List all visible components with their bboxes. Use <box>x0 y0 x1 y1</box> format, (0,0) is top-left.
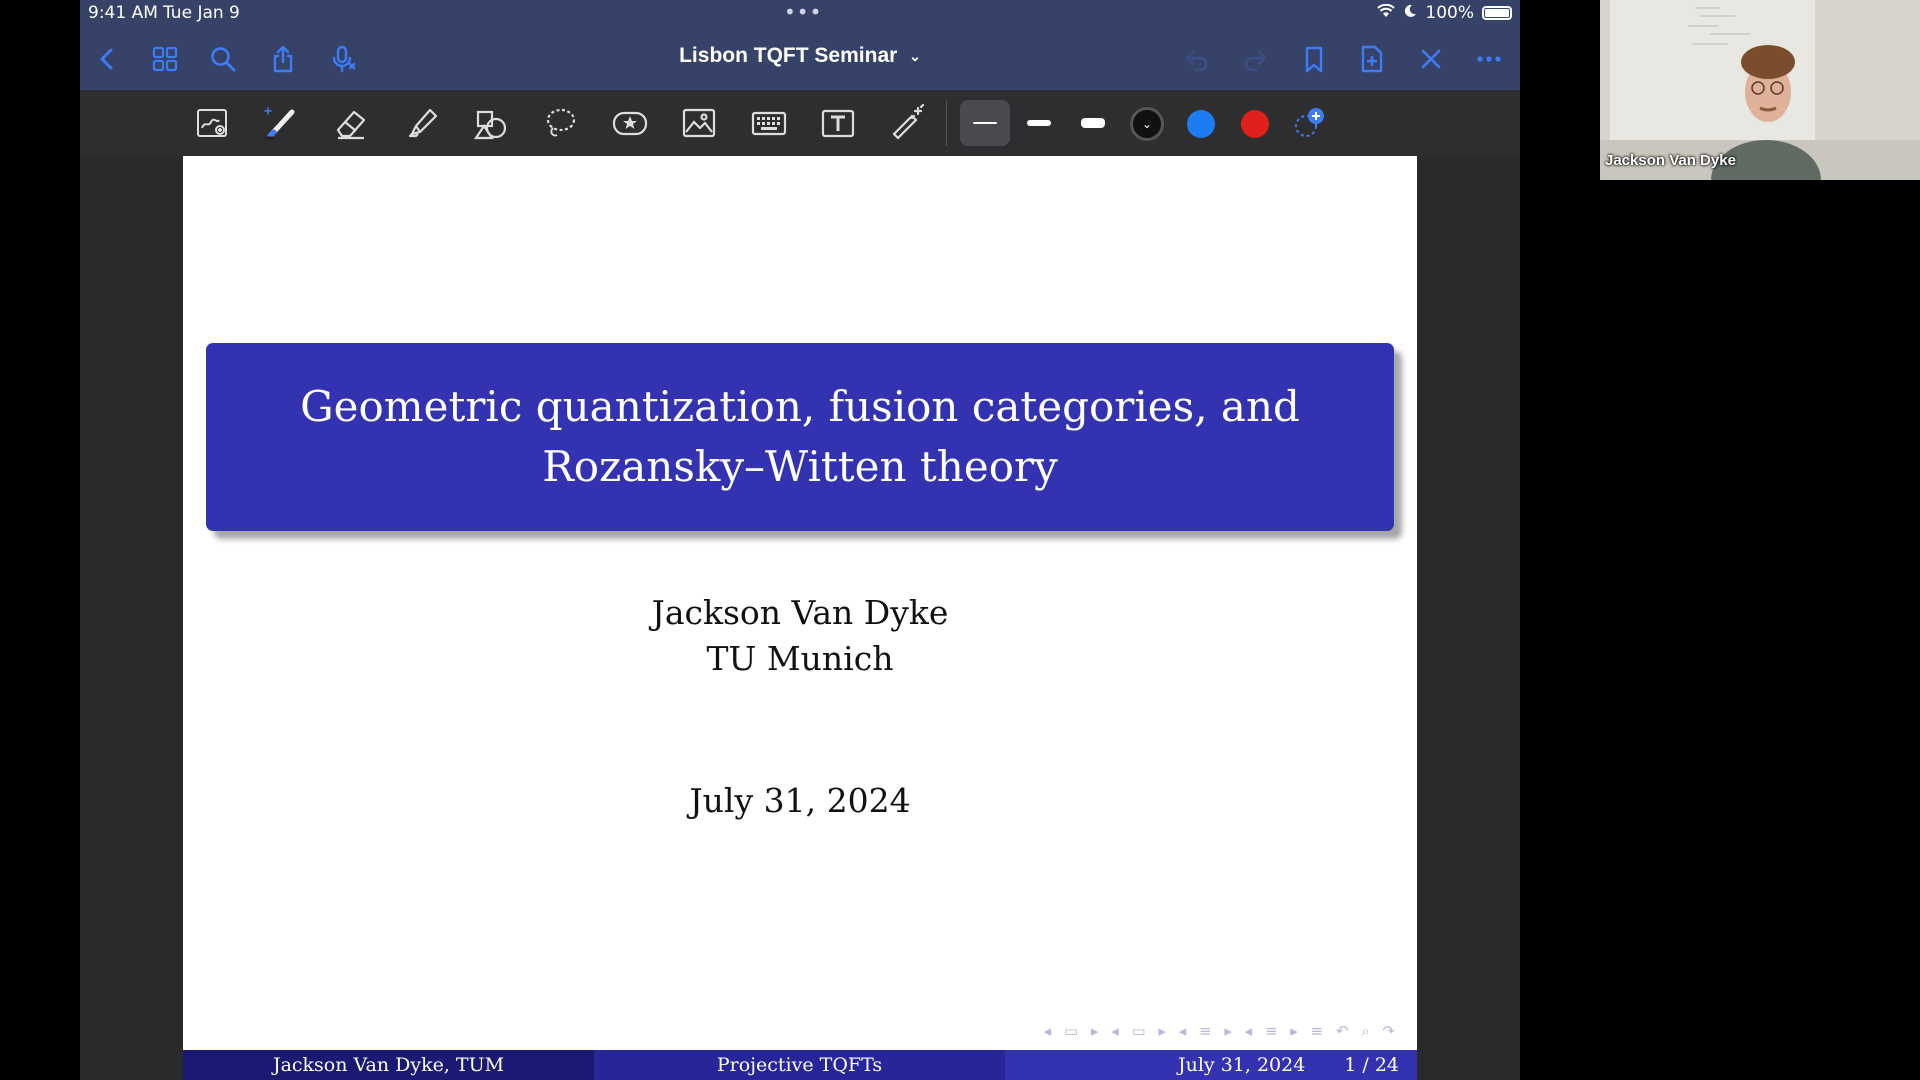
image-icon[interactable] <box>674 100 724 146</box>
pen-icon[interactable] <box>256 100 306 146</box>
slide-title-line-2: Rozansky–Witten theory <box>542 442 1058 491</box>
slide-date: July 31, 2024 <box>689 781 911 820</box>
close-icon[interactable] <box>1414 42 1448 76</box>
participant-video-tile[interactable]: Jackson Van Dyke <box>1600 0 1920 180</box>
participant-name: Jackson Van Dyke <box>1605 152 1736 169</box>
footer-author: Jackson Van Dyke, TUM <box>183 1050 594 1080</box>
footer-date: July 31, 2024 <box>1178 1054 1306 1076</box>
status-date: Tue Jan 9 <box>163 3 240 23</box>
laser-pointer-icon[interactable] <box>882 100 932 146</box>
lasso-icon[interactable] <box>535 100 585 146</box>
slide-page[interactable]: Geometric quantization, fusion categorie… <box>183 156 1417 1080</box>
stroke-width-medium[interactable] <box>1014 100 1064 146</box>
footer-date-page: July 31, 2024 1 / 24 <box>1005 1050 1417 1080</box>
slide-footer: Jackson Van Dyke, TUM Projective TQFTs J… <box>183 1050 1417 1080</box>
add-color-icon[interactable] <box>1292 106 1326 140</box>
bookmark-icon[interactable] <box>1297 42 1331 76</box>
undo-icon[interactable] <box>1180 42 1214 76</box>
slide-affiliation: TU Munich <box>706 639 894 678</box>
slide-title-line-1: Geometric quantization, fusion categorie… <box>300 382 1300 431</box>
keyboard-icon[interactable] <box>744 100 794 146</box>
beamer-navigation-symbols[interactable]: ◂ ▭ ▸ ◂ ▭ ▸ ◂ ≡ ▸ ◂ ≡ ▸ ≡ ↶ ⌕ ↷ <box>1044 1022 1399 1040</box>
status-bar: 9:41 AM Tue Jan 9 ••• 100% <box>80 0 1520 28</box>
color-black-selected[interactable]: ⌄ <box>1130 107 1164 141</box>
multitasking-dots-icon[interactable]: ••• <box>784 0 822 24</box>
more-icon[interactable] <box>1472 42 1506 76</box>
chevron-down-icon: ⌄ <box>909 47 921 64</box>
battery-icon <box>1482 6 1512 20</box>
color-blue[interactable] <box>1187 110 1215 138</box>
stroke-width-thick[interactable] <box>1068 100 1118 146</box>
footer-short-title: Projective TQFTs <box>594 1050 1005 1080</box>
scan-document-icon[interactable] <box>187 100 237 146</box>
text-box-icon[interactable] <box>813 100 863 146</box>
toolbar-divider <box>946 100 947 146</box>
add-page-icon[interactable] <box>1355 42 1389 76</box>
slide-author: Jackson Van Dyke <box>651 593 949 632</box>
annotation-toolbar: ⌄ <box>80 90 1520 156</box>
sticker-icon[interactable] <box>605 100 655 146</box>
stroke-width-thin[interactable] <box>960 100 1010 146</box>
shapes-icon[interactable] <box>466 100 516 146</box>
footer-page-number: 1 / 24 <box>1344 1054 1399 1076</box>
color-red[interactable] <box>1241 110 1269 138</box>
status-indicators: 100% <box>1377 3 1512 23</box>
wifi-icon <box>1377 3 1396 23</box>
status-time: 9:41 AM <box>88 3 158 23</box>
chevron-down-icon: ⌄ <box>1141 117 1153 131</box>
ipad-app-window: 9:41 AM Tue Jan 9 ••• 100% Lisbon TQFT S… <box>80 0 1520 1080</box>
moon-icon <box>1403 3 1417 23</box>
navigation-bar: Lisbon TQFT Seminar ⌄ <box>80 28 1520 90</box>
redo-icon[interactable] <box>1238 42 1272 76</box>
document-title: Lisbon TQFT Seminar <box>679 44 898 67</box>
battery-percent: 100% <box>1425 3 1474 23</box>
highlighter-icon[interactable] <box>396 100 446 146</box>
slide-title-block: Geometric quantization, fusion categorie… <box>206 343 1394 531</box>
eraser-icon[interactable] <box>326 100 376 146</box>
